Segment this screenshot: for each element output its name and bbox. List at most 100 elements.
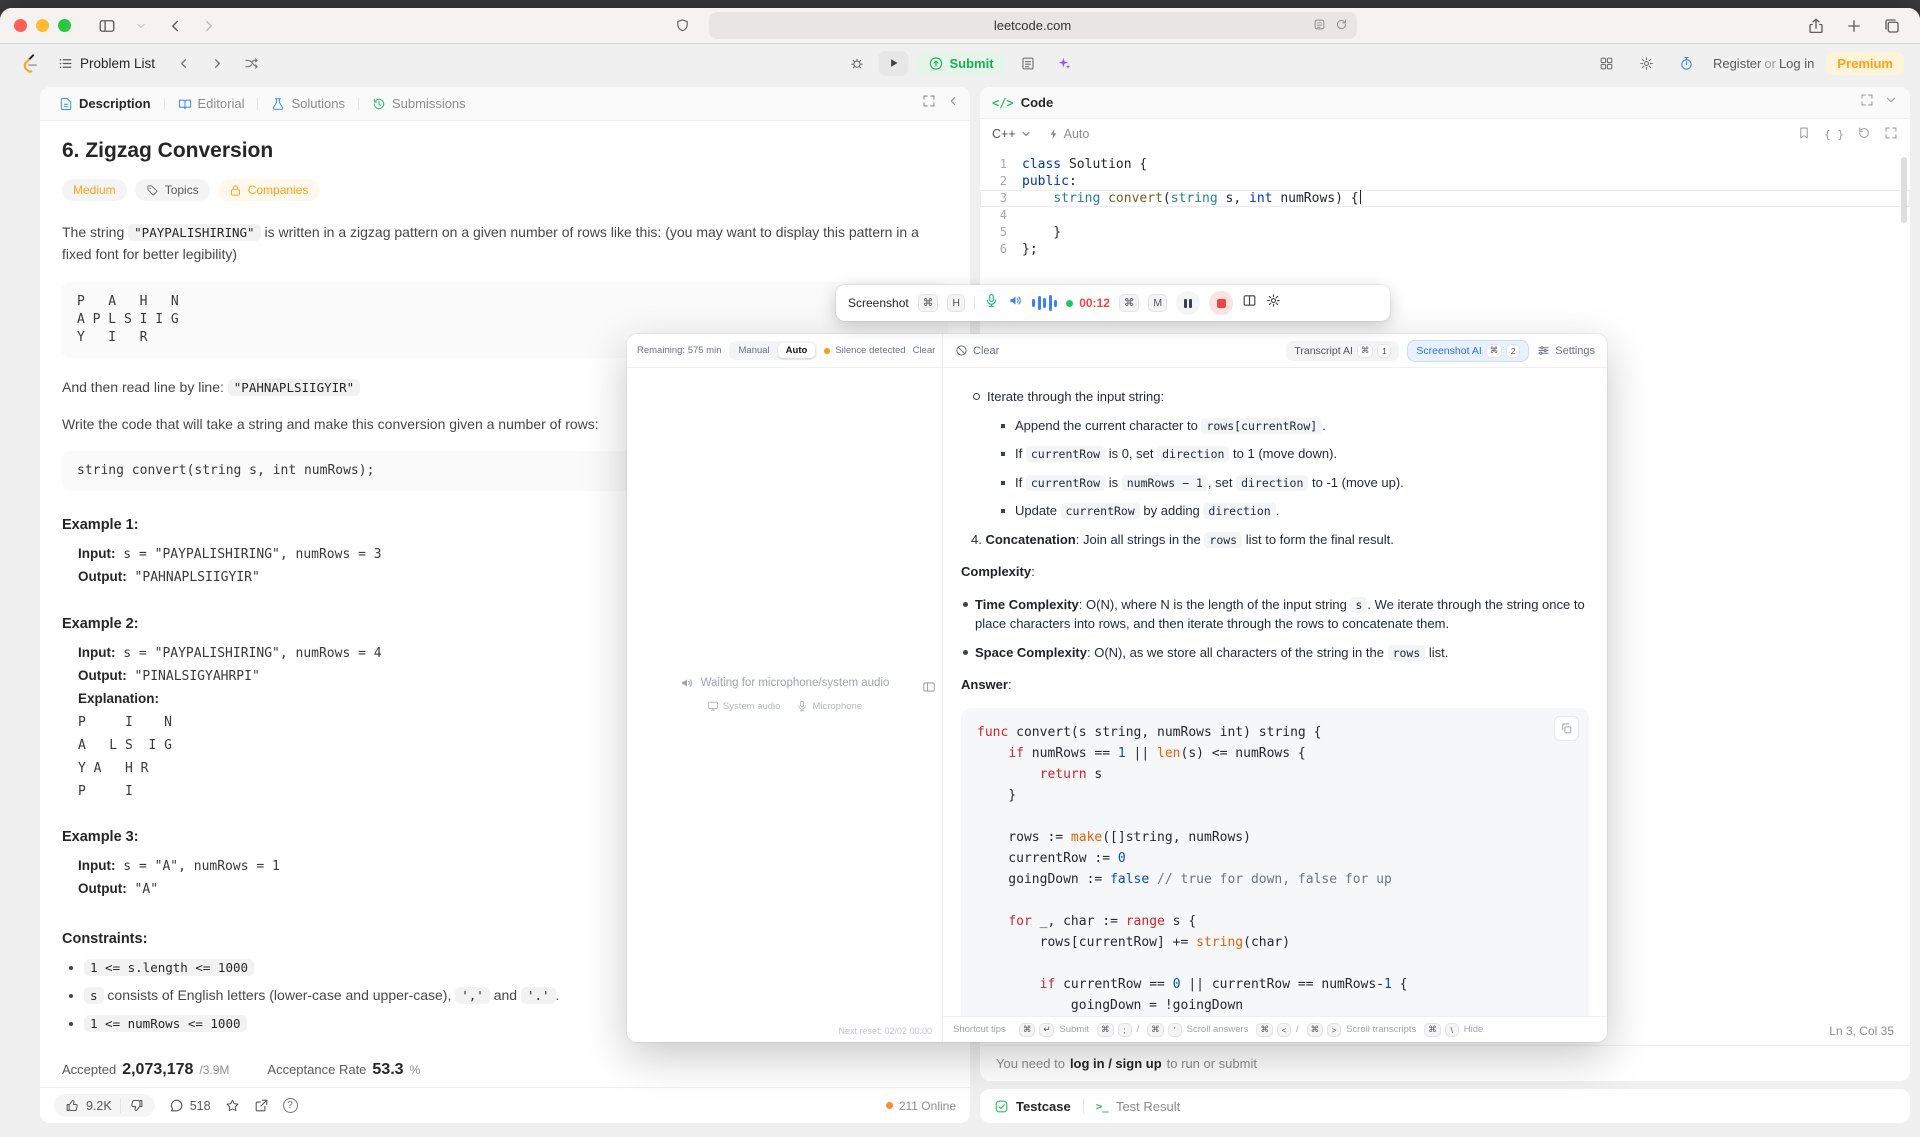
feedback-button[interactable]: [283, 1098, 298, 1113]
accepted-label: Accepted: [62, 1062, 116, 1077]
address-bar[interactable]: leetcode.com: [709, 12, 1357, 39]
tab-solutions[interactable]: Solutions: [262, 87, 353, 120]
problem-list-button[interactable]: Problem List: [50, 52, 163, 75]
bookmark-icon[interactable]: [1797, 126, 1811, 143]
difficulty-badge[interactable]: Medium: [62, 179, 127, 201]
new-tab-icon[interactable]: [1840, 13, 1868, 39]
minimize-button[interactable]: [36, 19, 49, 32]
favorite-button[interactable]: [225, 1098, 240, 1113]
shortcut-label: Scroll answers: [1187, 1024, 1249, 1035]
random-problem-icon[interactable]: [237, 50, 265, 76]
copy-code-button[interactable]: [1554, 716, 1579, 741]
editor-toolbar: C++ Auto: [980, 119, 1910, 149]
tab-editorial[interactable]: Editorial: [169, 87, 254, 120]
settings-gear-icon[interactable]: [1633, 50, 1661, 76]
mode-auto[interactable]: Auto: [778, 343, 816, 358]
layout-icon[interactable]: [1593, 50, 1621, 76]
key-badge: ⌘: [1147, 1023, 1164, 1037]
code-line: [977, 953, 1573, 974]
editor-scrollbar[interactable]: [1901, 157, 1907, 223]
list-icon: [58, 56, 73, 71]
premium-button[interactable]: Premium: [1826, 52, 1904, 75]
back-icon[interactable]: [161, 13, 189, 39]
testcase-panel: Testcase Test Result: [980, 1089, 1910, 1123]
language-selector[interactable]: C++: [992, 127, 1032, 141]
run-button[interactable]: [878, 51, 908, 76]
sidebar-toggle-icon[interactable]: [93, 13, 121, 39]
collapse-panel-icon[interactable]: [946, 94, 960, 113]
screenshot-ai-tab[interactable]: Screenshot AI ⌘ 2: [1408, 341, 1528, 361]
dislike-button[interactable]: [129, 1098, 144, 1113]
login-link[interactable]: Log in: [1779, 56, 1814, 71]
next-problem-icon[interactable]: [203, 50, 231, 76]
shortcut-tips-label: Shortcut tips: [953, 1024, 1006, 1035]
collapse-code-icon[interactable]: [1884, 93, 1898, 112]
tab-submissions[interactable]: Submissions: [363, 87, 475, 120]
clear-audio-button[interactable]: Clear: [913, 345, 936, 356]
waiting-status: Waiting for microphone/system audio: [680, 676, 890, 690]
accepted-total: /3.9M: [199, 1063, 229, 1077]
maximize-code-icon[interactable]: [1860, 93, 1874, 112]
address-zone: leetcode.com: [229, 12, 1796, 39]
microphone-icon[interactable]: [984, 293, 999, 313]
chevron-down-icon[interactable]: [127, 13, 155, 39]
code-line: if currentRow == 0 || currentRow == numR…: [977, 974, 1573, 995]
collapse-transcript-icon[interactable]: [922, 680, 936, 699]
shortcut-label: Submit: [1059, 1024, 1089, 1035]
answer-content[interactable]: Iterate through the input string:Append …: [943, 368, 1607, 1016]
key-badge: \: [1445, 1023, 1459, 1037]
waveform: [1032, 294, 1057, 312]
ai-sparkle-icon[interactable]: [1050, 50, 1078, 76]
code-line: rows[currentRow] += string(char): [977, 932, 1573, 953]
tab-description[interactable]: Description: [50, 87, 160, 120]
code-line: func convert(s string, numRows int) stri…: [977, 722, 1573, 743]
transcript-ai-tab[interactable]: Transcript AI ⌘ 1: [1286, 341, 1399, 361]
topics-chip[interactable]: Topics: [135, 179, 210, 201]
screenshot-button[interactable]: Screenshot: [848, 296, 909, 310]
close-button[interactable]: [14, 19, 27, 32]
stop-button[interactable]: [1209, 291, 1233, 315]
key-badge: 2: [1506, 344, 1520, 358]
tab-label: Solutions: [291, 96, 344, 111]
reader-icon[interactable]: [1313, 18, 1326, 34]
timer-icon[interactable]: [1673, 50, 1701, 76]
tab-test-result[interactable]: Test Result: [1096, 1099, 1181, 1114]
reload-icon[interactable]: [1335, 18, 1348, 34]
answer-items: Iterate through the input string:Append …: [961, 387, 1589, 695]
assistant-settings-button[interactable]: Settings: [1537, 344, 1595, 357]
comments-button[interactable]: 518: [169, 1098, 211, 1113]
leetcode-logo[interactable]: [16, 50, 44, 76]
fullscreen-editor-icon[interactable]: [1884, 126, 1898, 143]
login-signup-link[interactable]: log in / sign up: [1070, 1056, 1162, 1071]
autocomplete-toggle[interactable]: Auto: [1048, 127, 1090, 141]
notes-icon[interactable]: [1014, 50, 1042, 76]
reset-code-icon[interactable]: [1857, 126, 1871, 143]
tabs-overview-icon[interactable]: [1878, 13, 1906, 39]
share-solution-button[interactable]: [254, 1098, 269, 1113]
privacy-shield-icon[interactable]: [669, 13, 697, 39]
share-icon[interactable]: [1802, 13, 1830, 39]
expand-panel-icon[interactable]: [922, 94, 936, 113]
like-button[interactable]: 9.2K: [65, 1098, 112, 1113]
speaker-icon[interactable]: [1008, 293, 1023, 313]
code-line: 2public:: [980, 173, 1910, 190]
pause-button[interactable]: [1176, 291, 1200, 315]
language-label: C++: [992, 127, 1016, 141]
mode-manual[interactable]: Manual: [731, 343, 778, 358]
tab-testcase[interactable]: Testcase: [994, 1099, 1071, 1114]
prev-problem-icon[interactable]: [169, 50, 197, 76]
register-link[interactable]: Register: [1713, 56, 1761, 71]
zoom-button[interactable]: [58, 19, 71, 32]
debug-icon[interactable]: [842, 50, 870, 76]
check-square-icon: [994, 1099, 1009, 1114]
submit-button[interactable]: Submit: [916, 52, 1005, 75]
forward-icon[interactable]: [195, 13, 223, 39]
companies-chip[interactable]: Companies: [218, 179, 320, 201]
key-badge: >: [1327, 1023, 1341, 1037]
key-badge: ⌘: [1097, 1023, 1114, 1037]
submit-up-icon: [928, 56, 943, 71]
overlay-settings-icon[interactable]: [1266, 293, 1281, 313]
reader-panel-icon[interactable]: [1242, 293, 1257, 313]
format-code-icon[interactable]: [1824, 128, 1844, 141]
clear-answers-button[interactable]: Clear: [955, 344, 999, 357]
